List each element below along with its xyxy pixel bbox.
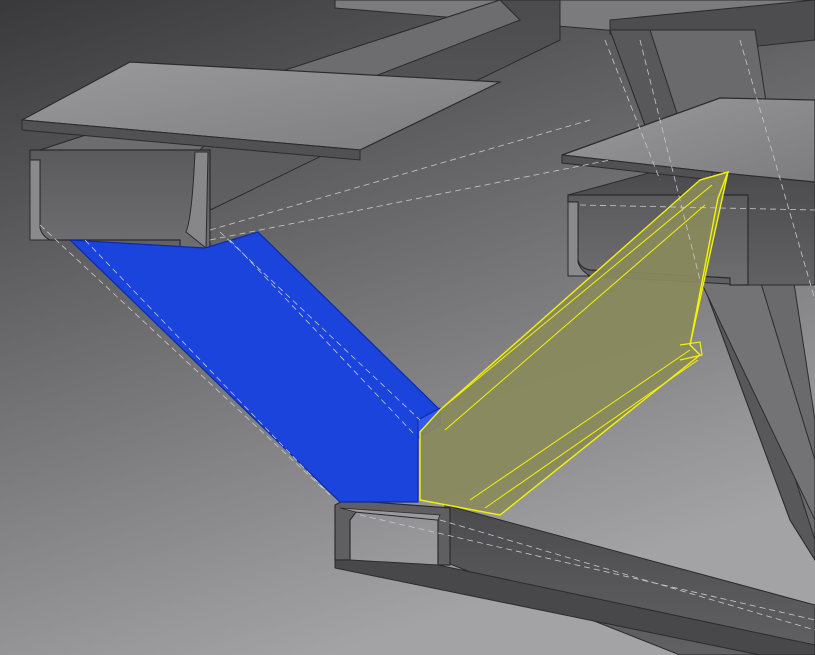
model-canvas[interactable] bbox=[0, 0, 815, 655]
cad-3d-viewport[interactable] bbox=[0, 0, 815, 655]
